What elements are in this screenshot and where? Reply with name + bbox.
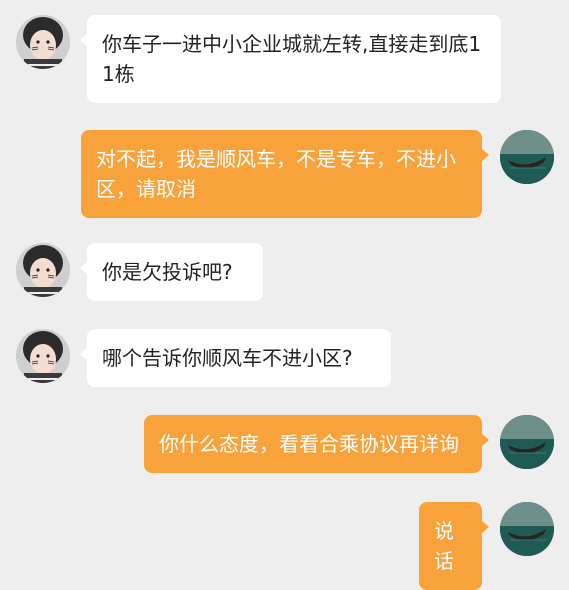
incoming-message-bubble[interactable]: 哪个告诉你顺风车不进小区?: [80, 329, 391, 387]
contact-avatar-icon[interactable]: [16, 329, 70, 383]
incoming-message-bubble[interactable]: 你车子一进中小企业城就左转,直接走到底11栋: [80, 15, 501, 103]
chat-conversation: 你车子一进中小企业城就左转,直接走到底11栋 对不起，我是顺风车，不是专车，不进…: [0, 0, 569, 590]
self-avatar-icon[interactable]: [500, 502, 554, 556]
outgoing-message-bubble[interactable]: 对不起，我是顺风车，不是专车，不进小区，请取消: [81, 130, 489, 218]
self-avatar-icon[interactable]: [500, 415, 554, 469]
outgoing-message-bubble[interactable]: 说话: [419, 502, 489, 590]
contact-avatar-icon[interactable]: [16, 15, 70, 69]
incoming-message-bubble[interactable]: 你是欠投诉吧?: [80, 243, 263, 301]
outgoing-message-bubble[interactable]: 你什么态度，看看合乘协议再详询: [144, 415, 489, 473]
contact-avatar-icon[interactable]: [16, 243, 70, 297]
self-avatar-icon[interactable]: [500, 130, 554, 184]
